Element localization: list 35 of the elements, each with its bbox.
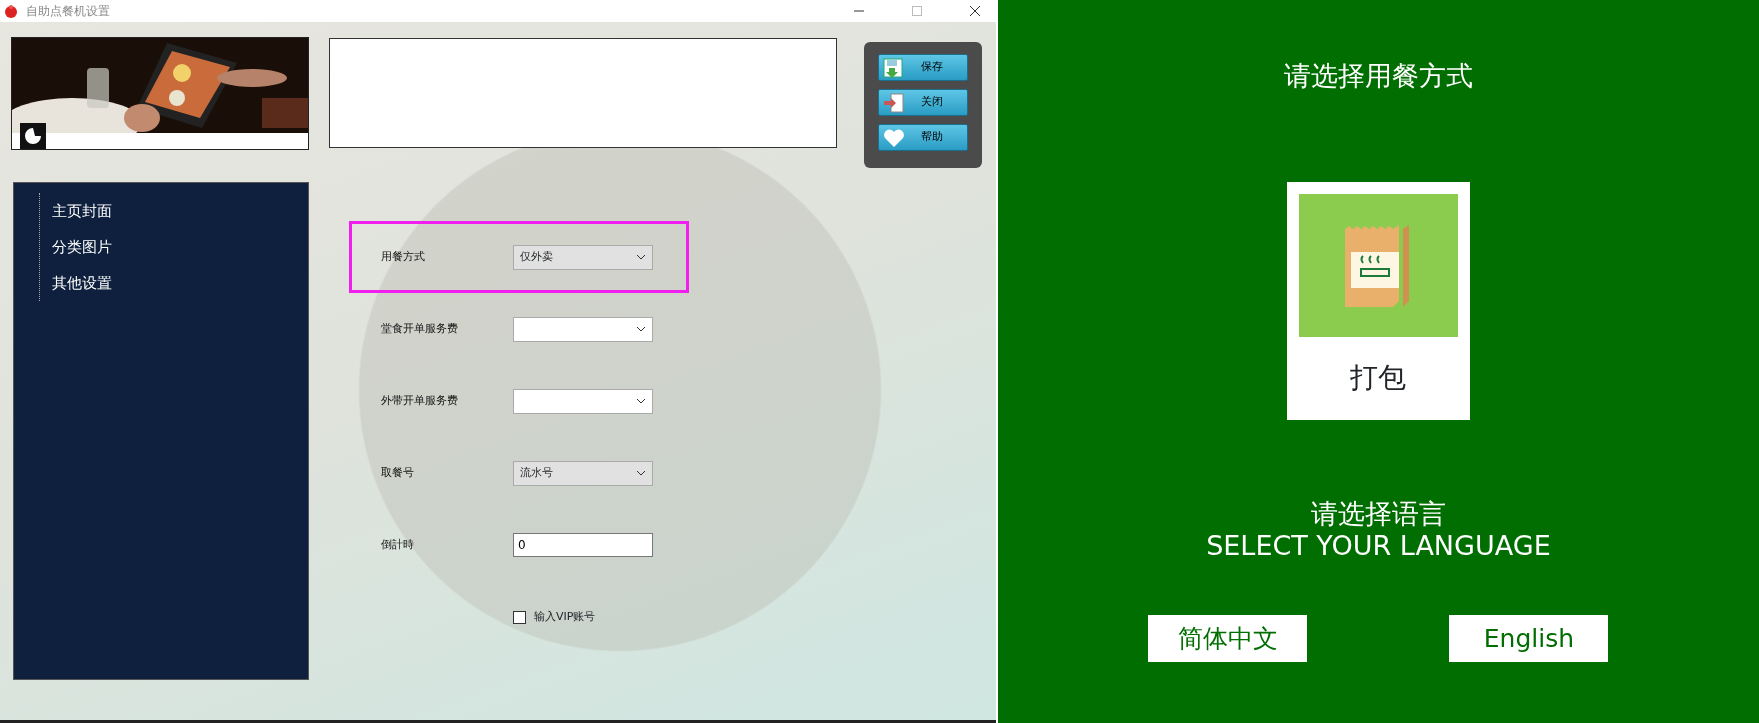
- caret-icon: [636, 398, 646, 404]
- tree-item[interactable]: 主页封面: [40, 193, 112, 229]
- language-button[interactable]: English: [1449, 615, 1609, 663]
- dropdown[interactable]: 流水号: [513, 460, 653, 486]
- vip-checkbox[interactable]: 输入VIP账号: [513, 608, 596, 626]
- maximize-icon[interactable]: [911, 6, 922, 16]
- dropdown[interactable]: [513, 388, 653, 414]
- app-icon: [4, 4, 18, 18]
- field-label: 外带开单服务费: [381, 392, 459, 409]
- tool-button[interactable]: 关闭: [878, 89, 968, 116]
- option-card[interactable]: 打包: [1286, 181, 1470, 420]
- door-icon: [883, 92, 905, 113]
- field-label: 用餐方式: [381, 248, 426, 265]
- text-area[interactable]: [329, 38, 837, 148]
- tree-item[interactable]: 分类图片: [40, 229, 112, 265]
- caret-icon: [636, 254, 646, 260]
- language-button[interactable]: 简体中文: [1148, 615, 1308, 663]
- dropdown[interactable]: [513, 316, 653, 342]
- close-icon[interactable]: [969, 6, 980, 16]
- tool-button[interactable]: 帮助: [878, 124, 968, 151]
- section-heading: 请选择语言: [1310, 497, 1446, 530]
- tree-item[interactable]: 其他设置: [40, 265, 112, 301]
- field-label: 倒計時: [381, 536, 415, 553]
- window-title: 自助点餐机设置: [26, 3, 110, 20]
- tool-button[interactable]: 保存: [878, 54, 968, 81]
- dropdown[interactable]: 仅外卖: [513, 244, 653, 270]
- field-label: 取餐号: [381, 464, 415, 481]
- caret-icon: [636, 470, 646, 476]
- heart-icon: [883, 127, 905, 148]
- field-label: 堂食开单服务费: [381, 320, 459, 337]
- section-subheading: SELECT YOUR LANGUAGE: [1206, 529, 1551, 563]
- caret-icon: [636, 326, 646, 332]
- input-field[interactable]: 0: [513, 533, 653, 557]
- floppy-icon: [883, 57, 905, 78]
- screen-heading: 请选择用餐方式: [1283, 59, 1473, 93]
